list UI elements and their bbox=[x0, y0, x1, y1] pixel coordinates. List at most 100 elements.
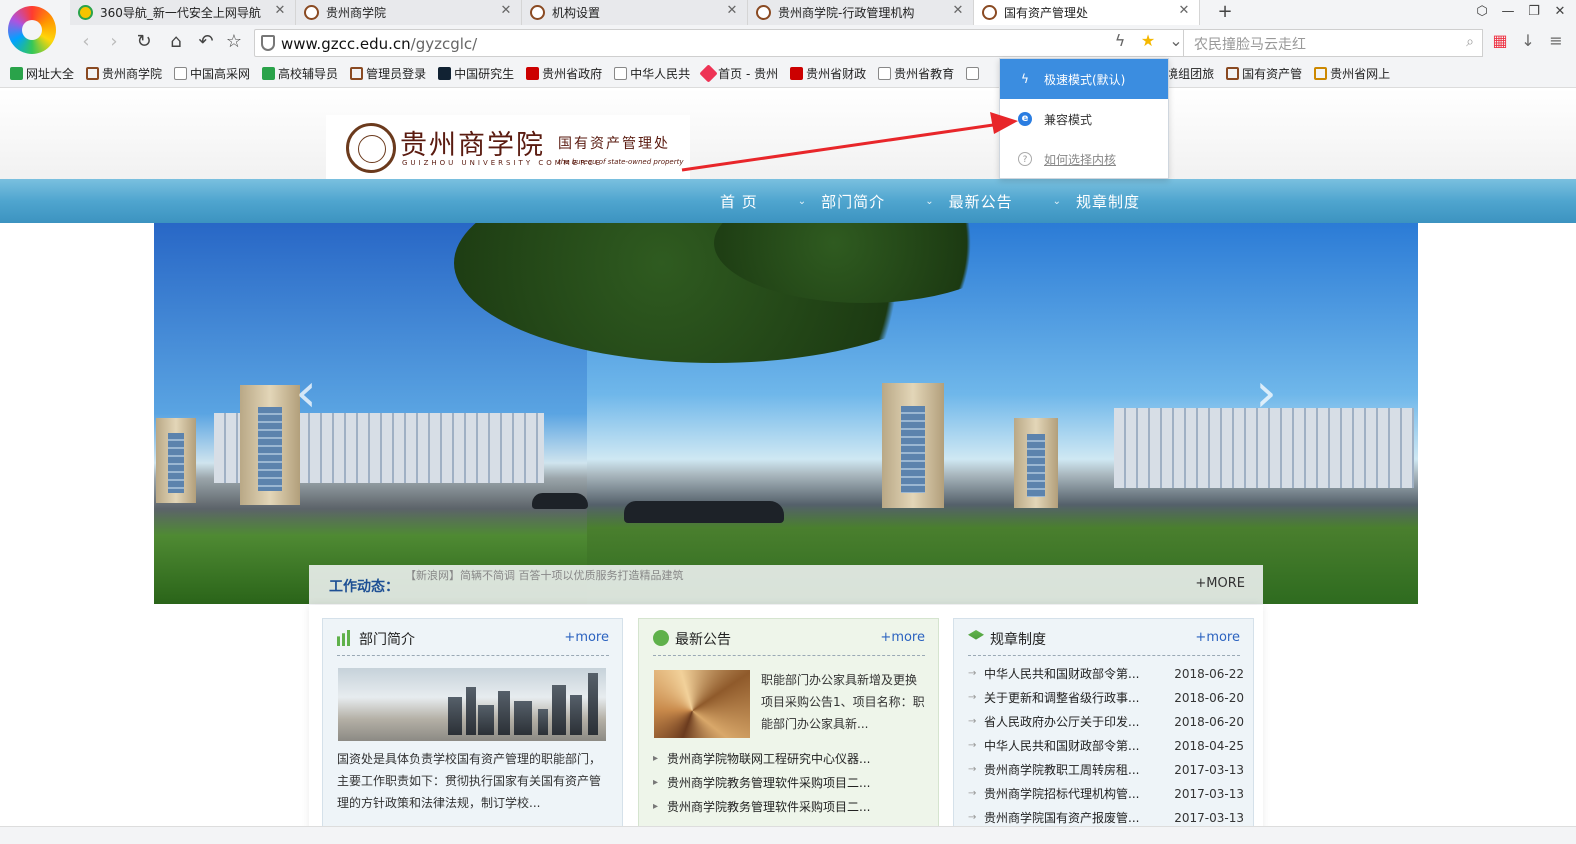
bookmark-item[interactable]: 中华人民共 bbox=[608, 62, 696, 84]
bookmark-item[interactable]: 贵州省教育 bbox=[872, 62, 960, 84]
tab-admin-orgs[interactable]: 贵州商学院-行政管理机构 ✕ bbox=[748, 0, 974, 25]
url-text: www.gzcc.edu.cn/gyzcglc/ bbox=[281, 35, 478, 53]
panel-title: 部门简介 bbox=[359, 632, 415, 648]
download-icon[interactable]: ↓ bbox=[1518, 30, 1538, 52]
close-icon[interactable]: ✕ bbox=[951, 4, 965, 18]
bookmark-icon bbox=[174, 66, 188, 80]
bookmark-icon bbox=[526, 66, 540, 80]
address-bar[interactable]: www.gzcc.edu.cn/gyzcglc/ bbox=[254, 29, 1186, 57]
tab-title: 贵州商学院-行政管理机构 bbox=[778, 6, 915, 20]
bookmark-icon bbox=[878, 66, 892, 80]
list-item[interactable]: 贵州商学院教务管理软件采购项目二... bbox=[653, 771, 933, 795]
lightning-icon[interactable]: ϟ bbox=[1110, 30, 1130, 52]
bookmark-item[interactable]: 贵州商学院 bbox=[80, 62, 168, 84]
panel-more-link[interactable]: +more bbox=[880, 630, 925, 645]
bookmarks-bar: 网址大全 贵州商学院 中国高采网 高校辅导员 管理员登录 中国研究生 贵州省政府… bbox=[0, 62, 1576, 84]
right-tools: ▦ ↓ ≡ bbox=[1490, 30, 1566, 52]
close-icon[interactable]: ✕ bbox=[1177, 4, 1191, 18]
new-tab-button[interactable]: + bbox=[1214, 1, 1236, 23]
ticker-text[interactable]: 【新浪网】简辆不简调 百答十项以优质服务打造精品建筑 bbox=[405, 567, 684, 583]
panel-more-link[interactable]: +more bbox=[1195, 630, 1240, 645]
bookmark-item[interactable]: 高校辅导员 bbox=[256, 62, 344, 84]
bookmark-item[interactable]: 中国高采网 bbox=[168, 62, 256, 84]
school-name: 贵州商学院 bbox=[400, 130, 545, 161]
bookmark-star-icon[interactable]: ☆ bbox=[222, 30, 246, 54]
search-icon[interactable]: ⌕ bbox=[1466, 34, 1474, 50]
site-header bbox=[0, 89, 1576, 181]
notice-lead[interactable]: 职能部门办公家具新增及更换项目采购公告1、项目名称：职能部门办公家具新... bbox=[761, 669, 925, 735]
browser-logo-icon[interactable] bbox=[8, 6, 56, 54]
hero-carousel[interactable]: ‹ › bbox=[154, 223, 1418, 604]
close-icon[interactable]: ✕ bbox=[273, 4, 287, 18]
search-input[interactable]: 农民撞脸马云走红 bbox=[1194, 34, 1306, 54]
list-item[interactable]: 关于更新和调整省级行政事...2018-06-20 bbox=[968, 686, 1244, 710]
bookmark-icon bbox=[699, 63, 718, 83]
panel-more-link[interactable]: +more bbox=[564, 630, 609, 645]
nav-notices[interactable]: ⌄ 最新公告 bbox=[905, 179, 1032, 223]
list-item[interactable]: 省人民政府办公厅关于印发...2018-06-20 bbox=[968, 710, 1244, 734]
nav-home[interactable]: 首 页 bbox=[700, 179, 778, 223]
close-icon[interactable]: ✕ bbox=[499, 4, 513, 18]
tab-org-settings[interactable]: 机构设置 ✕ bbox=[522, 0, 748, 25]
seal-icon bbox=[756, 5, 771, 20]
bookmark-icon bbox=[10, 66, 23, 80]
bookmark-item[interactable]: 贵州省财政 bbox=[784, 62, 872, 84]
list-item[interactable]: 贵州商学院教务管理软件采购项目二... bbox=[653, 795, 933, 819]
apps-grid-icon[interactable]: ▦ bbox=[1490, 30, 1510, 52]
list-item[interactable]: 中华人民共和国财政部令第...2018-04-25 bbox=[968, 734, 1244, 758]
carousel-next-icon[interactable]: › bbox=[1248, 363, 1284, 423]
seal-icon bbox=[530, 5, 545, 20]
home-icon[interactable]: ⌂ bbox=[164, 30, 188, 54]
skin-icon[interactable]: ⬡ bbox=[1472, 2, 1492, 22]
menu-icon[interactable]: ≡ bbox=[1546, 30, 1566, 52]
address-icons: ϟ ★ ⌄ bbox=[1110, 30, 1186, 52]
panel-header: 规章制度 +more bbox=[968, 627, 1240, 656]
web-page: 贵州商学院 GUIZHOU UNIVERSITY COMMERCE 国有资产管理… bbox=[0, 89, 1576, 844]
tab-title: 机构设置 bbox=[552, 6, 601, 20]
bookmark-item[interactable]: 贵州省网上 bbox=[1308, 62, 1396, 84]
bookmark-item[interactable]: 首页 - 贵州 bbox=[696, 62, 784, 84]
site-logo[interactable]: 贵州商学院 GUIZHOU UNIVERSITY COMMERCE 国有资产管理… bbox=[326, 115, 690, 181]
nav-dept-intro[interactable]: ⌄ 部门简介 bbox=[778, 179, 905, 223]
bookmark-item[interactable]: 管理员登录 bbox=[344, 62, 432, 84]
tab-360-nav[interactable]: 360导航_新一代安全上网导航 ✕ bbox=[70, 0, 296, 25]
list-item[interactable]: 贵州商学院招标代理机构管...2017-03-13 bbox=[968, 782, 1244, 806]
shield-icon bbox=[261, 35, 275, 51]
bookmark-item[interactable]: 网址大全 bbox=[4, 62, 80, 84]
bookmark-item[interactable]: 国有资产管 bbox=[1220, 62, 1308, 84]
search-box[interactable]: 农民撞脸马云走红 ⌕ bbox=[1183, 29, 1483, 57]
bookmark-item[interactable]: 贵州省政府 bbox=[520, 62, 608, 84]
bookmark-icon bbox=[350, 66, 364, 80]
nav-rules[interactable]: ⌄ 规章制度 bbox=[1033, 179, 1160, 223]
main-nav: 首 页 ⌄ 部门简介 ⌄ 最新公告 ⌄ 规章制度 bbox=[0, 179, 1576, 223]
favorite-star-icon[interactable]: ★ bbox=[1138, 30, 1158, 52]
forward-icon[interactable]: › bbox=[102, 30, 126, 54]
seal-icon bbox=[304, 5, 319, 20]
bar-chart-icon bbox=[337, 630, 353, 646]
menu-item-compat-mode[interactable]: e 兼容模式 bbox=[1000, 99, 1168, 139]
menu-item-how-to-choose[interactable]: ? 如何选择内核 bbox=[1000, 139, 1168, 179]
tab-title: 贵州商学院 bbox=[326, 6, 387, 20]
ticker-more-link[interactable]: +MORE bbox=[1195, 576, 1245, 591]
close-icon[interactable]: ✕ bbox=[725, 4, 739, 18]
bookmark-item[interactable]: 中国研究生 bbox=[432, 62, 520, 84]
panel-dept-intro: 部门简介 +more 国资处是具体负责学校国有资产管理的职能部门，主要工作职责如… bbox=[322, 618, 623, 844]
status-bar bbox=[0, 826, 1576, 844]
list-item[interactable]: 中华人民共和国财政部令第...2018-06-22 bbox=[968, 662, 1244, 686]
car bbox=[624, 501, 784, 523]
tab-asset-office[interactable]: 国有资产管理处 ✕ bbox=[974, 0, 1200, 25]
back-icon[interactable]: ‹ bbox=[74, 30, 98, 54]
list-item[interactable]: 贵州商学院物联网工程研究中心仪器... bbox=[653, 747, 933, 771]
360-icon bbox=[78, 5, 93, 20]
restore-icon[interactable]: ❐ bbox=[1524, 2, 1544, 22]
panel-title: 规章制度 bbox=[990, 632, 1046, 648]
close-window-icon[interactable]: ✕ bbox=[1550, 2, 1570, 22]
dept-name: 国有资产管理处 bbox=[558, 136, 670, 152]
undo-icon[interactable]: ↶ bbox=[194, 30, 218, 54]
carousel-prev-icon[interactable]: ‹ bbox=[288, 363, 324, 423]
list-item[interactable]: 贵州商学院教职工周转房租...2017-03-13 bbox=[968, 758, 1244, 782]
menu-item-speed-mode[interactable]: ϟ 极速模式(默认) bbox=[1000, 59, 1168, 99]
tab-gzcc-home[interactable]: 贵州商学院 ✕ bbox=[296, 0, 522, 25]
minimize-icon[interactable]: — bbox=[1498, 2, 1518, 22]
refresh-icon[interactable]: ↻ bbox=[132, 30, 156, 54]
